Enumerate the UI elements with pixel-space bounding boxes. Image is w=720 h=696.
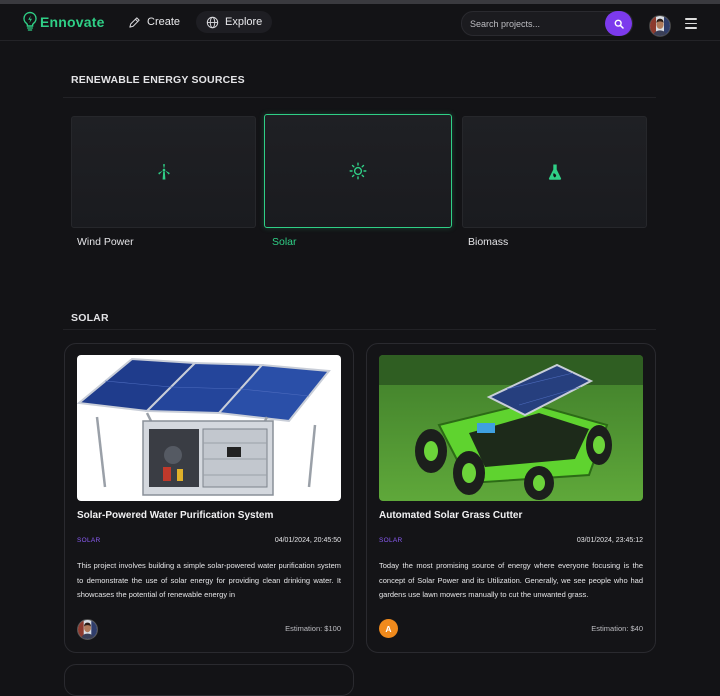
menu-icon <box>685 18 697 20</box>
avatar-photo <box>650 16 670 36</box>
project-card-partial[interactable] <box>64 664 354 696</box>
project-image[interactable] <box>77 355 341 501</box>
category-label-wind-power[interactable]: Wind Power <box>77 236 134 248</box>
category-label-solar[interactable]: Solar <box>272 236 297 248</box>
search-bar <box>461 11 633 36</box>
section-divider <box>63 97 656 98</box>
search-icon <box>614 19 624 29</box>
menu-button[interactable] <box>685 18 699 30</box>
project-card-grass-cutter[interactable]: Automated Solar Grass Cutter SOLAR 03/01… <box>366 343 656 653</box>
category-card-wind-power[interactable] <box>71 116 256 228</box>
category-label-biomass[interactable]: Biomass <box>468 236 508 248</box>
category-card-biomass[interactable] <box>462 116 647 228</box>
navbar: Ennovate Create Explore <box>0 4 720 41</box>
project-title[interactable]: Automated Solar Grass Cutter <box>379 510 522 521</box>
project-date: 03/01/2024, 23:45:12 <box>576 537 643 544</box>
search-button[interactable] <box>605 11 632 36</box>
nav-create-label: Create <box>147 16 181 28</box>
nav-create-link[interactable]: Create <box>118 11 190 33</box>
user-avatar[interactable] <box>649 15 671 37</box>
project-description: This project involves building a simple … <box>77 561 341 599</box>
project-category-tag: SOLAR <box>379 537 403 544</box>
brand-name: Ennovate <box>40 14 105 30</box>
flask-leaf-icon <box>548 164 561 180</box>
globe-icon <box>206 16 219 28</box>
project-date: 04/01/2024, 20:45:50 <box>274 537 341 544</box>
brand-logo[interactable]: Ennovate <box>22 11 105 33</box>
avatar-photo <box>78 620 97 639</box>
categories-section-title: RENEWABLE ENERGY SOURCES <box>71 74 245 86</box>
project-title[interactable]: Solar-Powered Water Purification System <box>77 510 273 521</box>
project-estimation: Estimation: $100 <box>285 624 341 633</box>
nav-explore-label: Explore <box>225 16 263 28</box>
projects-section-title: SOLAR <box>71 312 109 324</box>
project-category-tag: SOLAR <box>77 537 101 544</box>
project-image[interactable] <box>379 355 643 501</box>
author-avatar[interactable]: A <box>379 619 398 638</box>
solar-mower-illustration <box>379 355 643 501</box>
author-avatar[interactable] <box>77 619 98 640</box>
nav-explore-link[interactable]: Explore <box>196 11 273 33</box>
project-description: Today the most promising source of energ… <box>379 561 643 599</box>
pen-icon <box>129 16 140 28</box>
section-divider <box>63 329 656 330</box>
project-estimation: Estimation: $40 <box>591 624 643 633</box>
wind-turbine-icon <box>157 164 170 180</box>
bulb-bolt-icon <box>23 11 37 31</box>
category-card-solar[interactable] <box>264 114 452 228</box>
solar-purifier-illustration <box>77 355 341 501</box>
project-card-water-purification[interactable]: Solar-Powered Water Purification System … <box>64 343 354 653</box>
search-input[interactable] <box>470 12 600 35</box>
sun-icon <box>349 162 367 180</box>
